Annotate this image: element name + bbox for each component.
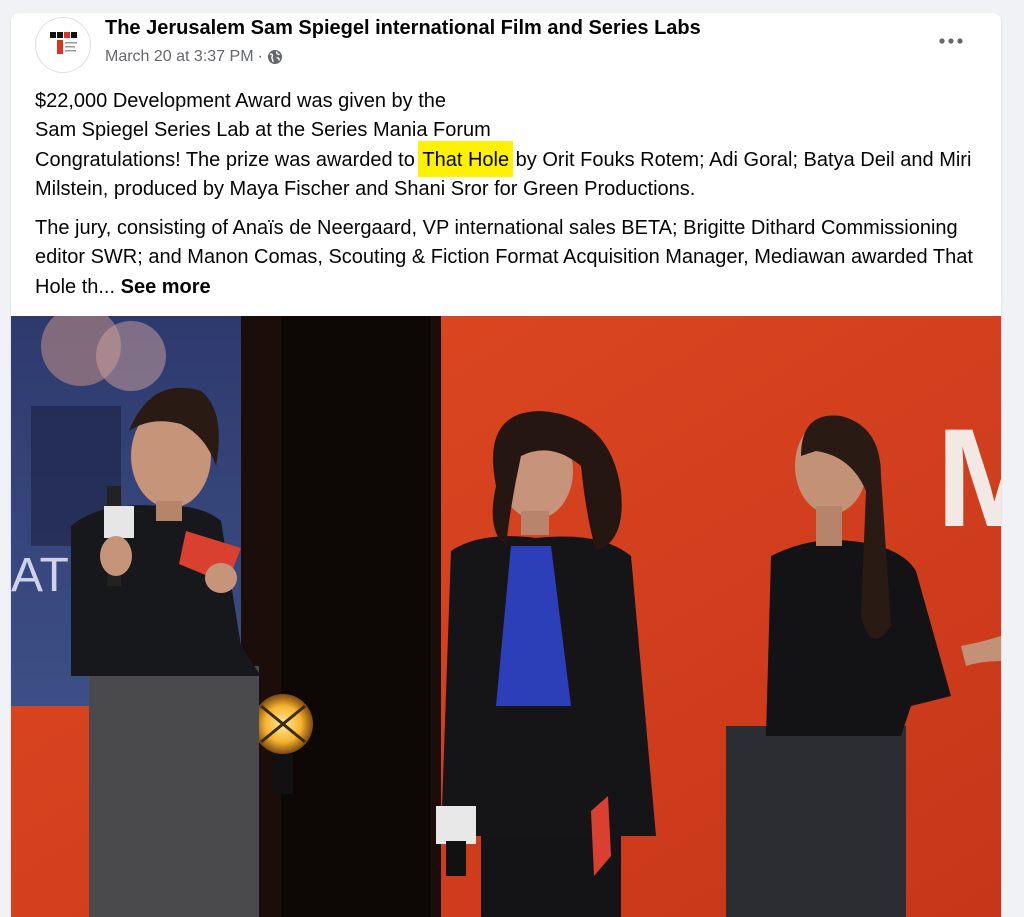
- more-options-icon: [939, 38, 963, 44]
- post-timestamp[interactable]: March 20 at 3:37 PM: [105, 48, 254, 66]
- backdrop-text: M O: [936, 399, 1001, 556]
- page-name-link[interactable]: The Jerusalem Sam Spiegel international …: [105, 17, 701, 40]
- post-paragraph-1: $22,000 Development Award was given by t…: [35, 87, 985, 204]
- more-options-button[interactable]: [931, 25, 971, 57]
- post-line-1: $22,000 Development Award was given by t…: [35, 90, 447, 112]
- facebook-post: The Jerusalem Sam Spiegel international …: [11, 13, 1001, 917]
- post-text: $22,000 Development Award was given by t…: [35, 87, 985, 302]
- meta-separator: ·: [257, 48, 263, 65]
- post-paragraph-2: The jury, consisting of Anaïs de Neergaa…: [35, 214, 985, 302]
- globe-icon[interactable]: [267, 49, 283, 65]
- highlighted-title: That Hole: [418, 140, 514, 177]
- see-more-link[interactable]: See more: [121, 276, 211, 298]
- stage-photo: ATHO M O: [11, 316, 1001, 917]
- post-photo[interactable]: ATHO M O: [11, 316, 1001, 917]
- post-line-2: Sam Spiegel Series Lab at the Series Man…: [35, 119, 491, 142]
- post-line-3-pre: Congratulations! The prize was awarded t…: [35, 148, 421, 171]
- jsfl-logo: [50, 32, 77, 54]
- post-meta: March 20 at 3:37 PM ·: [105, 48, 283, 66]
- page-avatar[interactable]: [35, 17, 91, 73]
